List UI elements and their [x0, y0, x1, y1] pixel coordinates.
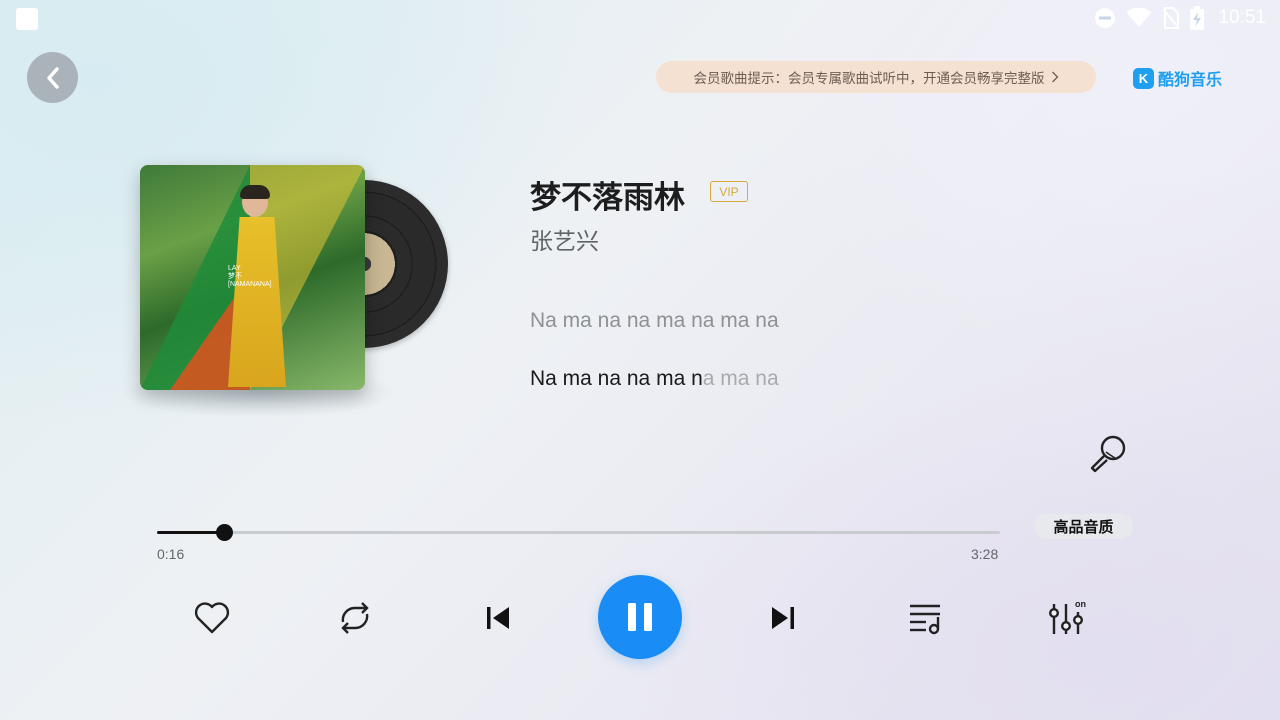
vip-badge: VIP — [710, 181, 748, 202]
lyric-sung: Na ma na na ma n — [530, 367, 703, 390]
vip-notice-banner[interactable]: 会员歌曲提示：会员专属歌曲试听中，开通会员畅享完整版 — [656, 61, 1096, 93]
album-cover-text: LAY 梦不 [NAMANANA] — [228, 265, 272, 288]
song-title: 梦不落雨林 — [530, 180, 685, 216]
equalizer-icon: on — [1048, 599, 1086, 634]
next-icon — [772, 607, 794, 629]
kugou-logo: K 酷狗音乐 — [1133, 66, 1222, 90]
lyric-line-current: Na ma na na ma na ma na — [530, 367, 779, 391]
repeat-icon — [341, 602, 369, 634]
no-sim-icon — [1162, 7, 1181, 29]
microphone-icon — [1090, 435, 1126, 473]
kugou-logo-icon: K — [1133, 67, 1154, 89]
previous-button[interactable] — [476, 596, 520, 640]
progress-handle[interactable] — [216, 524, 234, 541]
lyric-line-previous: Na ma na na ma na ma na — [530, 309, 779, 332]
heart-icon — [194, 602, 230, 634]
chevron-right-icon — [1051, 71, 1058, 83]
vip-notice-text: 会员歌曲提示：会员专属歌曲试听中，开通会员畅享完整版 — [693, 71, 1045, 87]
chevron-left-icon — [46, 66, 59, 89]
audio-quality-button[interactable]: 高品音质 — [1034, 514, 1133, 539]
progress-bar[interactable] — [157, 524, 1000, 541]
current-time: 0:16 — [157, 546, 185, 562]
favorite-button[interactable] — [190, 596, 234, 640]
progress-fill — [157, 531, 225, 534]
album-cover: LAY 梦不 [NAMANANA] — [140, 165, 365, 390]
playlist-icon — [910, 604, 940, 635]
repeat-mode-button[interactable] — [333, 596, 377, 640]
clock: 10:51 — [1218, 7, 1266, 28]
play-pause-button[interactable] — [598, 575, 682, 659]
kugou-brand-text: 酷狗音乐 — [1158, 70, 1223, 89]
status-bar: 10:51 — [1094, 4, 1266, 32]
total-time: 3:28 — [971, 546, 999, 562]
battery-charging-icon — [1190, 6, 1205, 30]
svg-text:on: on — [1075, 599, 1086, 609]
previous-icon — [487, 607, 509, 629]
karaoke-mic-button[interactable] — [1087, 433, 1129, 473]
next-button[interactable] — [761, 596, 805, 640]
sound-effects-button[interactable]: on — [1046, 596, 1090, 640]
artist-name[interactable]: 张艺兴 — [530, 222, 599, 256]
wifi-icon — [1126, 8, 1152, 27]
lyric-remaining: a ma na — [702, 367, 779, 390]
pause-icon — [628, 603, 652, 631]
back-button[interactable] — [27, 52, 78, 103]
playlist-button[interactable] — [904, 596, 948, 640]
notification-icon — [16, 8, 38, 30]
do-not-disturb-icon — [1095, 8, 1116, 28]
